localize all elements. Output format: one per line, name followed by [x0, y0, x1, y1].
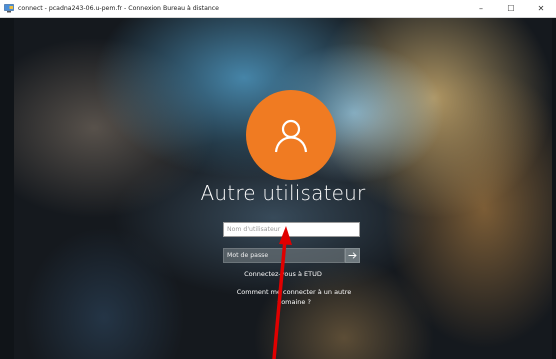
submit-button[interactable] [345, 248, 360, 263]
minimize-button[interactable]: – [466, 0, 496, 17]
user-avatar [246, 90, 336, 180]
username-placeholder: Nom d'utilisateur [227, 226, 281, 233]
arrow-right-icon [348, 252, 357, 259]
remote-lock-screen: Autre utilisateur Nom d'utilisateur Mot … [14, 18, 552, 359]
user-title: Autre utilisateur [200, 181, 366, 205]
password-input[interactable]: Mot de passe [223, 248, 345, 263]
window-controls: – ☐ ✕ [466, 0, 556, 17]
user-icon [274, 119, 308, 153]
password-placeholder: Mot de passe [227, 252, 269, 259]
other-domain-link[interactable]: Comment me connecter à un autre domaine … [229, 287, 359, 307]
window-titlebar: connect - pcadna243-06.u-pem.fr - Connex… [0, 0, 556, 18]
close-button[interactable]: ✕ [526, 0, 556, 17]
remote-desktop-icon [4, 4, 14, 13]
domain-text: Connectez-vous à ETUD [244, 270, 322, 278]
username-input[interactable]: Nom d'utilisateur [223, 222, 360, 237]
window-title: connect - pcadna243-06.u-pem.fr - Connex… [18, 5, 219, 12]
maximize-button[interactable]: ☐ [496, 0, 526, 17]
